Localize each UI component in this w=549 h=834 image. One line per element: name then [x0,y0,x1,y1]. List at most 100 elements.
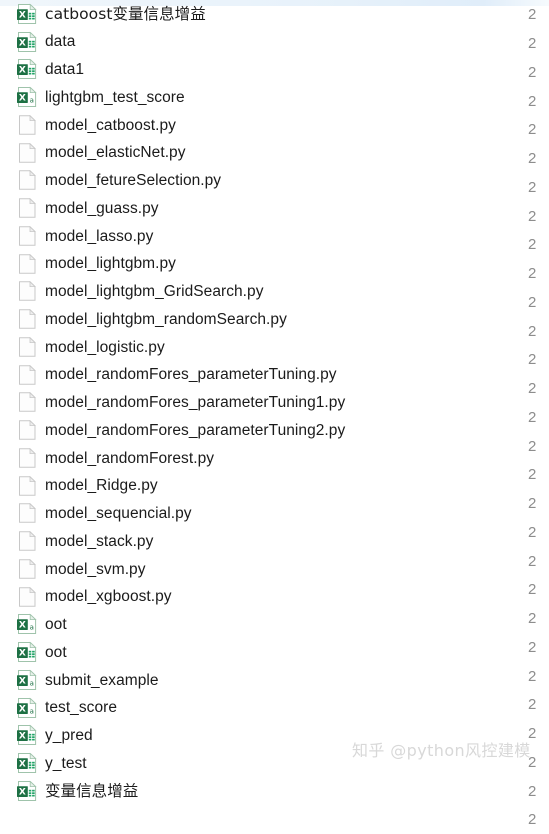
date-modified-cell: 2 [528,610,537,628]
file-row[interactable]: model_randomFores_parameterTuning2.py [0,416,549,444]
file-name-label: model_guass.py [45,199,159,217]
date-modified-cell: 2 [528,92,537,110]
file-row[interactable]: Xoot [0,638,549,666]
date-modified-cell: 2 [528,293,537,311]
file-row[interactable]: Xy_test [0,749,549,777]
date-modified-cell: 2 [528,753,537,771]
blank-document-icon [16,447,40,469]
file-row[interactable]: a Xtest_score [0,694,549,722]
svg-text:X: X [19,38,26,48]
blank-document-icon [16,364,40,386]
blank-document-icon [16,253,40,275]
file-row[interactable]: model_Ridge.py [0,472,549,500]
file-name-label: model_svm.py [45,560,146,578]
date-modified-cell: 2 [528,638,537,656]
file-row[interactable]: model_xgboost.py [0,583,549,611]
excel-xlsx-icon: X [16,3,40,25]
file-name-label: oot [45,616,67,634]
excel-xlsx-icon: X [16,58,40,80]
blank-document-icon [16,142,40,164]
svg-text:X: X [19,704,26,714]
file-row[interactable]: X 变量信息增益 [0,777,549,805]
file-row[interactable]: a Xsubmit_example [0,666,549,694]
file-name-label: oot [45,643,67,661]
file-row[interactable]: model_logistic.py [0,333,549,361]
date-modified-cell: 2 [528,322,537,340]
file-row[interactable]: model_lightgbm_GridSearch.py [0,278,549,306]
file-name-label: model_lightgbm_randomSearch.py [45,310,287,328]
date-modified-cell: 2 [528,63,537,81]
file-row[interactable]: model_elasticNet.py [0,139,549,167]
svg-text:X: X [19,676,26,686]
file-name-label: model_catboost.py [45,116,176,134]
blank-document-icon [16,558,40,580]
file-row[interactable]: Xy_pred [0,722,549,750]
file-row[interactable]: a Xlightgbm_test_score [0,83,549,111]
file-name-label: model_randomFores_parameterTuning2.py [45,421,346,439]
file-row[interactable]: model_svm.py [0,555,549,583]
excel-csv-icon: aX [16,669,40,691]
file-list[interactable]: Xcatboost变量信息增益 Xdata Xdata1 a Xlightgbm_tes… [0,0,549,805]
blank-document-icon [16,530,40,552]
file-row[interactable]: a Xoot [0,611,549,639]
svg-text:X: X [19,760,26,770]
file-name-label: model_lasso.py [45,227,154,245]
file-row[interactable]: model_lightgbm_randomSearch.py [0,305,549,333]
blank-document-icon [16,197,40,219]
file-row[interactable]: model_stack.py [0,527,549,555]
svg-text:a: a [30,624,34,632]
blank-document-icon [16,336,40,358]
svg-text:X: X [19,787,26,797]
blank-document-icon [16,308,40,330]
date-modified-cell: 2 [528,207,537,225]
file-name-label: model_Ridge.py [45,477,158,495]
svg-text:a: a [30,679,34,687]
file-name-label: catboost变量信息增益 [45,4,206,23]
date-modified-cell: 2 [528,6,537,24]
date-modified-cell: 2 [528,725,537,743]
blank-document-icon [16,586,40,608]
file-row[interactable]: model_randomFores_parameterTuning1.py [0,389,549,417]
file-name-label: data [45,33,76,51]
svg-text:X: X [19,732,26,742]
excel-csv-icon: aX [16,613,40,635]
file-name-label: test_score [45,699,118,717]
file-name-label: lightgbm_test_score [45,88,185,106]
file-name-label: model_fetureSelection.py [45,172,222,190]
file-name-label: y_test [45,754,87,772]
file-name-label: model_sequencial.py [45,505,192,523]
date-modified-cell: 2 [528,178,537,196]
file-name-label: submit_example [45,671,159,689]
date-modified-cell: 2 [528,380,537,398]
excel-xlsx-icon: X [16,641,40,663]
file-name-label: model_randomForest.py [45,449,215,467]
date-modified-cell: 2 [528,581,537,599]
svg-text:a: a [30,97,34,105]
file-row[interactable]: model_guass.py [0,194,549,222]
date-modified-cell: 2 [528,552,537,570]
file-row[interactable]: model_fetureSelection.py [0,167,549,195]
file-row[interactable]: Xcatboost变量信息增益 [0,0,549,28]
file-row[interactable]: Xdata1 [0,56,549,84]
file-row[interactable]: model_randomFores_parameterTuning.py [0,361,549,389]
svg-text:X: X [19,94,26,104]
excel-xlsx-icon: X [16,752,40,774]
svg-text:X: X [19,66,26,76]
file-row[interactable]: model_catboost.py [0,111,549,139]
file-name-label: y_pred [45,727,93,745]
file-name-label: 变量信息增益 [45,781,139,800]
blank-document-icon [16,280,40,302]
blank-document-icon [16,225,40,247]
file-row[interactable]: model_lightgbm.py [0,250,549,278]
svg-text:X: X [19,621,26,631]
file-name-label: model_stack.py [45,532,154,550]
date-modified-column: 2 2 2 2 2 2 2 2 2 2 2 2 2 2 2 2 2 2 2 2 2 2 2 2 2 2 2 2 2 [528,0,549,834]
file-row[interactable]: model_lasso.py [0,222,549,250]
date-modified-cell: 2 [528,523,537,541]
file-row[interactable]: Xdata [0,28,549,56]
blank-document-icon [16,391,40,413]
file-row[interactable]: model_randomForest.py [0,444,549,472]
file-row[interactable]: model_sequencial.py [0,500,549,528]
file-name-label: model_randomFores_parameterTuning.py [45,366,337,384]
date-modified-cell: 2 [528,265,537,283]
